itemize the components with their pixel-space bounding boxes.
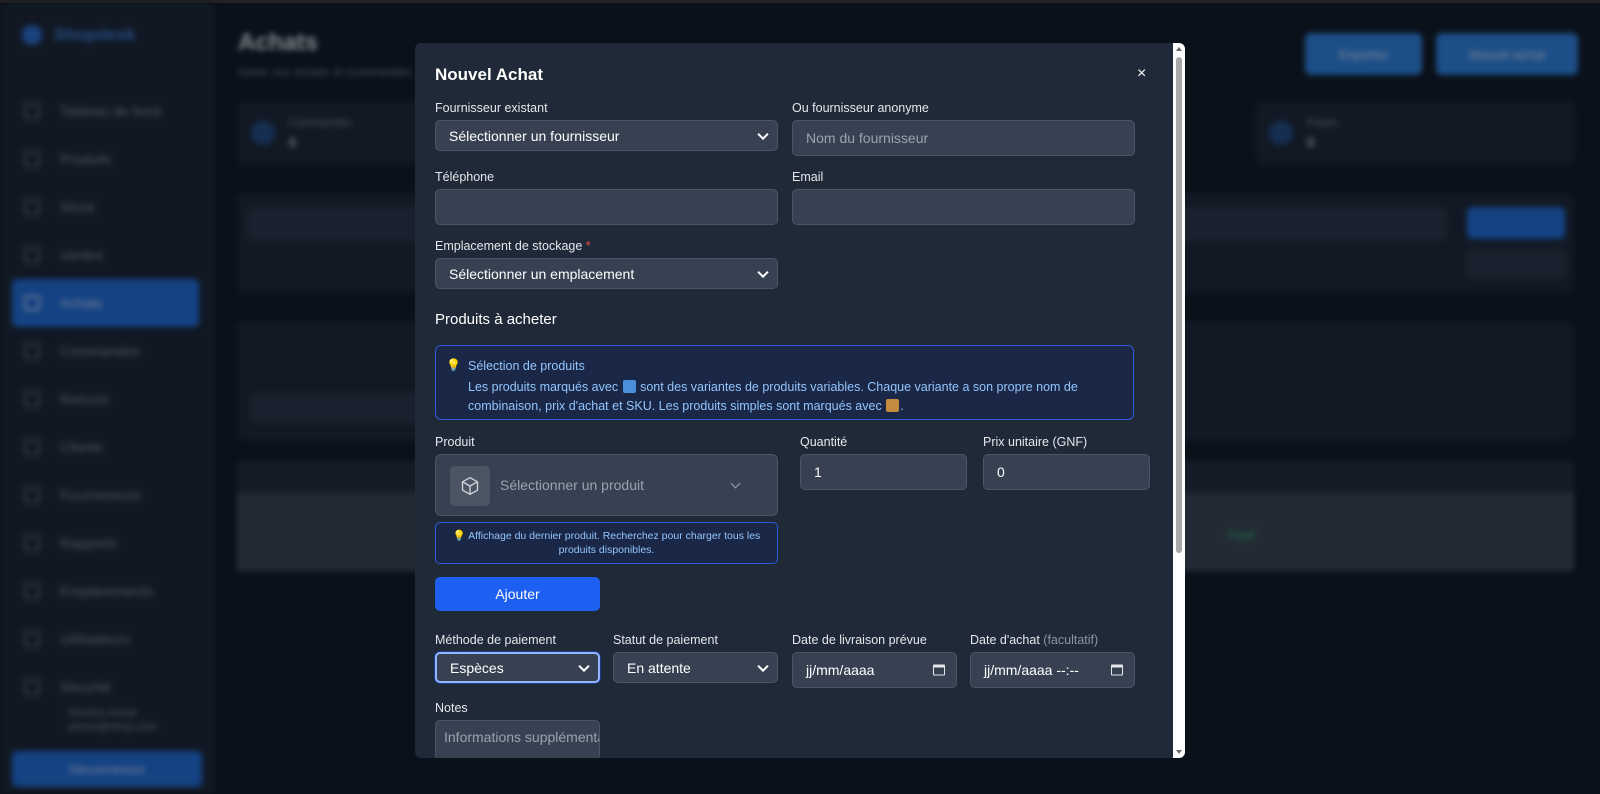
product-select-placeholder: Sélectionner un produit [500,477,644,493]
product-hint: 💡 Affichage du dernier produit. Recherch… [435,522,778,564]
notes-textarea[interactable]: Informations supplémentaires [435,720,600,758]
chevron-down-icon [757,128,769,140]
quantity-input[interactable]: 1 [800,454,967,490]
chevron-down-icon [578,660,590,672]
package-icon [886,399,900,412]
delivery-date-label: Date de livraison prévue [792,633,927,647]
email-label: Email [792,170,824,184]
purchase-date-label-text: Date d'achat [970,633,1040,647]
phone-label: Téléphone [435,170,495,184]
unit-price-input[interactable]: 0 [983,454,1150,490]
close-icon[interactable]: × [1137,65,1146,83]
quantity-label: Quantité [800,435,848,449]
add-product-button[interactable]: Ajouter [435,577,600,611]
email-input[interactable] [792,189,1135,225]
scroll-down-arrow-icon[interactable] [1176,750,1182,754]
product-label: Produit [435,435,475,449]
supplier-select[interactable]: Sélectionner un fournisseur [435,120,778,151]
chevron-down-icon [730,478,741,489]
info-text-part3: . [900,399,904,413]
chevron-down-icon [757,660,769,672]
payment-method-value: Espèces [450,659,504,676]
modal-title: Nouvel Achat [435,65,544,84]
supplier-label: Fournisseur existant [435,101,548,115]
payment-status-value: En attente [627,659,691,676]
storage-label: Emplacement de stockage * [435,239,591,253]
anonymous-supplier-input[interactable]: Nom du fournisseur [792,120,1135,156]
new-purchase-modal: Nouvel Achat × Fournisseur existant Séle… [415,43,1185,758]
product-selection-info: 💡 Sélection de produits Les produits mar… [435,345,1134,420]
delivery-date-value: jj/mm/aaaa [806,662,875,678]
payment-status-select[interactable]: En attente [613,652,778,683]
package-icon [450,466,490,506]
optional-mark: (facultatif) [1043,633,1099,647]
unit-price-label: Prix unitaire (GNF) [983,435,1088,449]
product-select[interactable]: Sélectionner un produit [435,454,778,516]
lightbulb-icon: 💡 [446,358,461,372]
scroll-up-arrow-icon[interactable] [1176,47,1182,51]
chevron-down-icon [757,266,769,278]
phone-input[interactable] [435,189,778,225]
info-text-part1: Les produits marqués avec [468,380,619,394]
storage-select[interactable]: Sélectionner un emplacement [435,258,778,289]
info-text: Les produits marqués avec sont des varia… [468,378,1128,416]
payment-status-label: Statut de paiement [613,633,718,647]
storage-label-text: Emplacement de stockage [435,239,583,253]
purchase-date-label: Date d'achat (facultatif) [970,633,1098,647]
purchase-date-input[interactable]: jj/mm/aaaa --:-- [970,652,1135,688]
calendar-icon[interactable] [933,664,945,676]
products-section-title: Produits à acheter [435,311,557,328]
scroll-thumb[interactable] [1176,57,1182,553]
info-title: Sélection de produits [468,359,585,373]
payment-method-label: Méthode de paiement [435,633,556,647]
purchase-date-value: jj/mm/aaaa --:-- [984,662,1079,678]
supplier-select-value: Sélectionner un fournisseur [449,127,620,144]
notes-label: Notes [435,701,468,715]
payment-method-select[interactable]: Espèces [435,652,600,683]
storage-select-value: Sélectionner un emplacement [449,265,635,282]
delivery-date-input[interactable]: jj/mm/aaaa [792,652,957,688]
calendar-icon[interactable] [1111,664,1123,676]
modal-scrollbar[interactable] [1173,43,1185,758]
variant-icon [622,380,636,393]
required-mark: * [585,239,591,253]
anonymous-supplier-label: Ou fournisseur anonyme [792,101,929,115]
